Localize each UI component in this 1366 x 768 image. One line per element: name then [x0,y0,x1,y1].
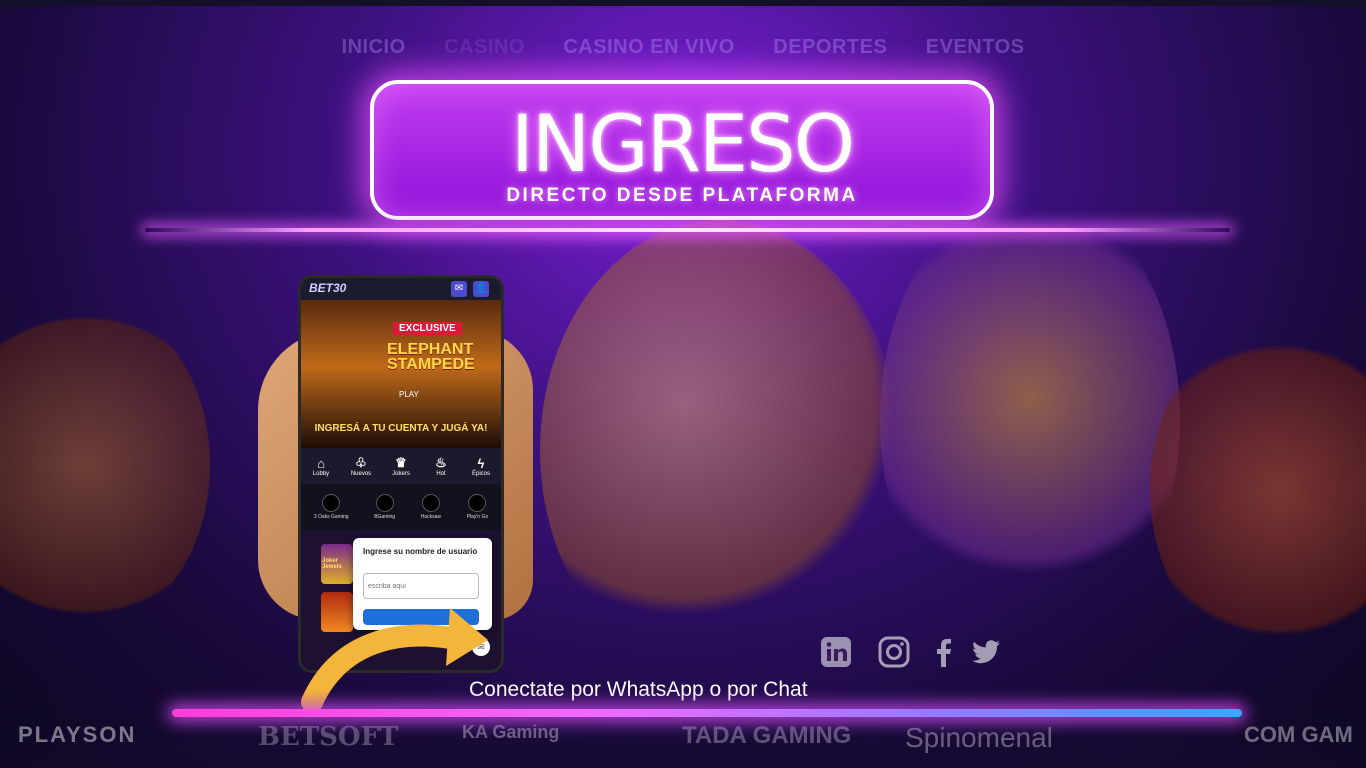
phone-logo: BET30 [309,281,347,295]
main-nav: INICIO CASINO CASINO EN VIVO DEPORTES EV… [0,36,1366,59]
partner-tada: TADA GAMING [682,722,852,749]
promo-cta: INGRESÁ A TU CUENTA Y JUGÁ YA! [314,423,488,434]
nav-casino-en-vivo[interactable]: CASINO EN VIVO [563,36,734,59]
partner-playson: PLAYSON [18,722,137,747]
provider-bgaming[interactable]: BGaming [374,494,395,520]
background-character-right [1150,320,1366,660]
partner-kagaming: KA Gaming [462,722,560,742]
provider-hacksaw[interactable]: Hacksaw [421,494,441,520]
bolt-icon: ϟ [477,455,485,471]
new-icon: ♧ [355,455,367,470]
partner-spinomenal: Spinomenal [905,722,1053,753]
promo-provider: PLAY [399,390,419,399]
phone-header: BET30 ✉ 👤 [301,278,501,300]
contact-caption: Conectate por WhatsApp o por Chat [469,678,808,701]
banner-subtitle: DIRECTO DESDE PLATAFORMA [506,185,858,206]
category-hot[interactable]: ♨ Hot [426,455,456,477]
phone-promo-banner[interactable]: EXCLUSIVE ELEPHANT STAMPEDE PLAY INGRESÁ… [301,300,501,448]
home-icon: ⌂ [317,455,325,471]
neon-bar [172,709,1242,717]
promo-badge: EXCLUSIVE [393,322,462,335]
nav-deportes[interactable]: DEPORTES [773,36,887,59]
facebook-icon[interactable] [928,636,960,668]
username-input[interactable] [363,573,479,599]
linkedin-icon[interactable] [820,636,852,668]
top-bar [0,0,1366,6]
background-character-jester [880,190,1180,650]
background-character-center [540,220,900,680]
category-epicos[interactable]: ϟ Épicos [466,456,496,477]
category-jokers[interactable]: ♛ Jokers [386,455,416,477]
phone-chat-icon[interactable]: ✉ [451,281,467,297]
category-nuevos[interactable]: ♧ Nuevos [346,455,376,477]
phone-user-icon[interactable]: 👤 [473,281,489,297]
provider-playngo[interactable]: Play'n Go [467,494,488,520]
dialog-title: Ingrese su nombre de usuario [363,547,478,556]
category-lobby[interactable]: ⌂ Lobby [306,456,336,477]
game-tile[interactable]: Joker Jewels [321,544,353,584]
nav-eventos[interactable]: EVENTOS [926,36,1025,59]
nav-casino[interactable]: CASINO [444,36,525,59]
promo-game-title: ELEPHANT STAMPEDE [387,341,475,373]
phone-providers: 3 Oaks Gaming BGaming Hacksaw Play'n Go [301,484,501,530]
glow-divider [145,228,1230,232]
joker-icon: ♛ [395,455,407,470]
fire-icon: ♨ [435,455,447,470]
banner-title: INGRESO [510,100,855,190]
ingreso-banner: INGRESO DIRECTO DESDE PLATAFORMA [370,80,994,220]
instagram-icon[interactable] [878,636,910,668]
partner-betsoft: BETSOFT [258,722,399,752]
partner-comgam: COM GAM [1244,722,1353,747]
nav-inicio[interactable]: INICIO [342,36,406,59]
twitter-icon[interactable] [970,636,1002,668]
background-character-left [0,300,210,630]
phone-categories: ⌂ Lobby ♧ Nuevos ♛ Jokers ♨ Hot ϟ Épicos [301,448,501,484]
provider-3oaks[interactable]: 3 Oaks Gaming [314,494,349,520]
